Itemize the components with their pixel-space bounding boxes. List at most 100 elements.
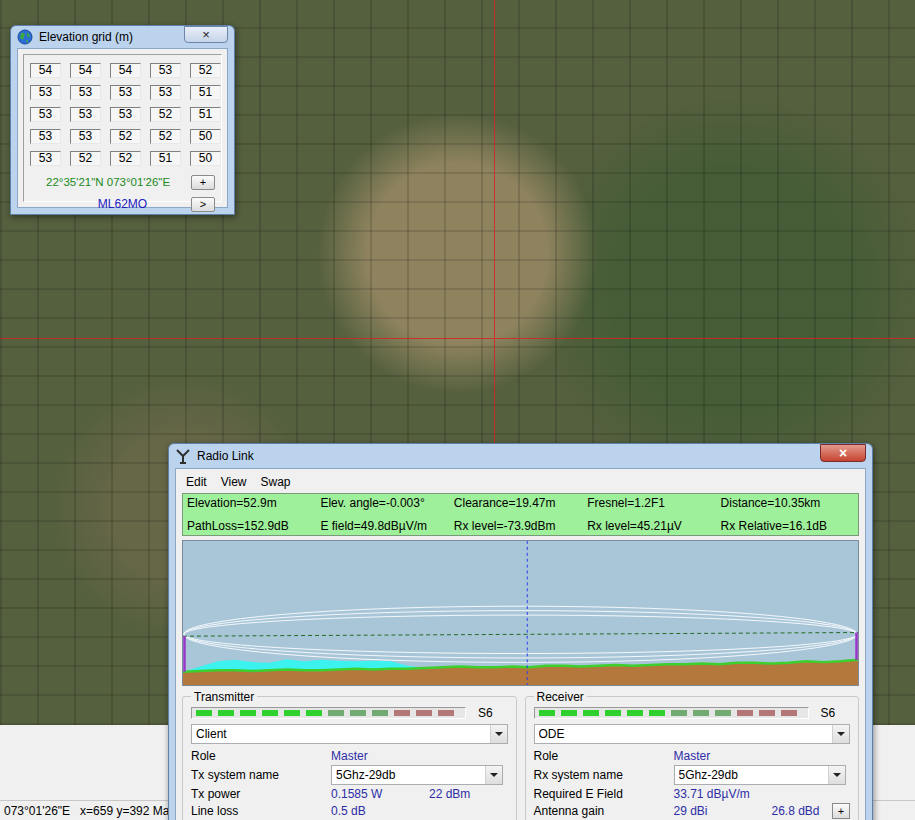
title-bar: Elevation grid (m)× <box>17 26 228 48</box>
elevation-cell: 52 <box>70 151 101 166</box>
field-extra: 26.8 dBd + <box>772 803 851 819</box>
terrain-line <box>183 660 858 672</box>
dropdown-arrow-icon[interactable] <box>832 725 849 743</box>
meter-segment <box>218 710 234 716</box>
summary-value: Rx Relative=16.1dB <box>721 519 854 533</box>
meter-segment <box>605 710 621 716</box>
fresnel-zone <box>184 615 857 653</box>
station-name: Client <box>196 725 490 743</box>
summary-value: PathLoss=152.9dB <box>187 519 320 533</box>
field-list: RoleMasterTx system name5Ghz-29dbTx powe… <box>191 748 508 819</box>
elevation-cell: 53 <box>30 85 61 100</box>
meter-segment <box>715 710 731 716</box>
elevation-cell: 51 <box>190 85 221 100</box>
transmitter-group: TransmitterS6ClientRoleMasterTx system n… <box>182 690 517 820</box>
locator: ML62MO <box>98 195 147 213</box>
signal-reading: S6 <box>809 706 836 720</box>
signal-meter-row: S6 <box>534 706 851 720</box>
station-select[interactable]: ODE <box>534 724 851 744</box>
locator-row: ML62MO > <box>30 195 215 213</box>
meter-segment <box>350 710 366 716</box>
elevation-cell: 53 <box>70 129 101 144</box>
summary-value: Elevation=52.9m <box>187 496 320 510</box>
meter-segment <box>196 710 212 716</box>
system-select[interactable]: 5Ghz-29db <box>331 765 503 785</box>
system-select[interactable]: 5Ghz-29db <box>674 765 846 785</box>
rx-antenna <box>855 632 857 659</box>
station-select[interactable]: Client <box>191 724 508 744</box>
antenna-icon <box>175 448 191 464</box>
field-label: Tx power <box>191 786 331 802</box>
elevation-cell: 54 <box>70 63 101 78</box>
title-bar: Radio Link× <box>175 444 866 468</box>
globe-land <box>20 32 30 43</box>
receiver-group: ReceiverS6ODERoleMasterRx system name5Gh… <box>525 690 860 820</box>
coords-row: 22°35'21"N 073°01'26"E + <box>30 174 215 191</box>
elevation-cell: 52 <box>190 63 221 78</box>
summary-value: Distance=10.35km <box>721 496 854 510</box>
profile-plot <box>183 541 858 685</box>
radio-link-window[interactable]: Radio Link×EditViewSwapElevation=52.9mEl… <box>168 443 873 820</box>
menu-bar: Edit View Swap <box>182 471 859 493</box>
close-button[interactable]: × <box>820 444 866 462</box>
menu-item[interactable]: Edit <box>186 472 207 492</box>
profile-cursor <box>527 541 528 685</box>
next-button[interactable]: > <box>191 197 215 212</box>
meter-segment <box>561 710 577 716</box>
summary-value: Rx level=-73.9dBm <box>454 519 587 533</box>
station-groups: Transmitter S6 Client RoleMasterTx system n… <box>182 690 859 820</box>
menu-item[interactable]: Swap <box>260 472 290 492</box>
elevation-cell: 53 <box>70 107 101 122</box>
line-of-sight <box>183 632 858 636</box>
elevation-table: 5454545352535353535153535352515353525250… <box>30 63 215 166</box>
meter-segment <box>649 710 665 716</box>
summary-value: E field=49.8dBµV/m <box>320 519 453 533</box>
meter-segment <box>671 710 687 716</box>
elevation-cell: 52 <box>150 129 181 144</box>
tx-antenna <box>183 636 185 672</box>
coordinates: 22°35'21"N 073°01'26"E <box>30 174 170 191</box>
meter-segment <box>539 710 555 716</box>
station-name: ODE <box>539 725 833 743</box>
elevation-cell: 54 <box>30 63 61 78</box>
add-button[interactable]: + <box>191 175 215 190</box>
elevation-grid-window[interactable]: Elevation grid (m)× 54 54 54 53 52 53 53 53 53 51 5… <box>10 25 235 215</box>
field-label: Line loss <box>191 803 331 819</box>
link-summary-panel: Elevation=52.9mElev. angle=-0.003°Cleara… <box>182 493 859 536</box>
field-value: Master <box>331 748 429 764</box>
add-button[interactable]: + <box>832 803 850 819</box>
desktop: 073°01'26"Ex=659 y=392 Map=Elevation gri… <box>0 0 915 820</box>
globe-icon <box>17 29 33 45</box>
group-title: Transmitter <box>191 690 257 704</box>
menu-item[interactable]: View <box>221 472 247 492</box>
close-button[interactable]: × <box>184 26 228 43</box>
dropdown-arrow-icon[interactable] <box>828 766 845 784</box>
field-label: Rx system name <box>534 767 674 783</box>
signal-meter <box>534 707 809 719</box>
field-value: 26.8 dBd <box>772 803 820 819</box>
fresnel-zone <box>184 610 857 657</box>
elevation-panel: 5454545352535353535153535352515353525250… <box>23 54 222 202</box>
path-profile-chart[interactable] <box>182 540 859 686</box>
elevation-cell: 51 <box>150 151 181 166</box>
antenna-shape <box>177 450 189 463</box>
meter-segment <box>240 710 256 716</box>
arrow-shape <box>495 732 503 736</box>
field-label: Antenna gain <box>534 803 674 819</box>
crosshair-horizontal <box>0 338 915 339</box>
meter-segment <box>583 710 599 716</box>
meter-segment <box>759 710 775 716</box>
field-label: Tx system name <box>191 767 331 783</box>
field-value: 22 dBm <box>429 786 470 802</box>
elevation-cell: 53 <box>30 129 61 144</box>
status-item: 073°01'26"E <box>4 802 80 820</box>
elevation-cell: 54 <box>110 63 141 78</box>
meter-segment <box>328 710 344 716</box>
window-body: 5454545352535353535153535352515353525250… <box>17 48 228 208</box>
field-label: Required E Field <box>534 786 674 802</box>
dropdown-arrow-icon[interactable] <box>485 766 502 784</box>
elevation-cell: 53 <box>30 151 61 166</box>
arrow-shape <box>833 773 841 777</box>
dropdown-arrow-icon[interactable] <box>490 725 507 743</box>
elevation-cell: 53 <box>110 85 141 100</box>
